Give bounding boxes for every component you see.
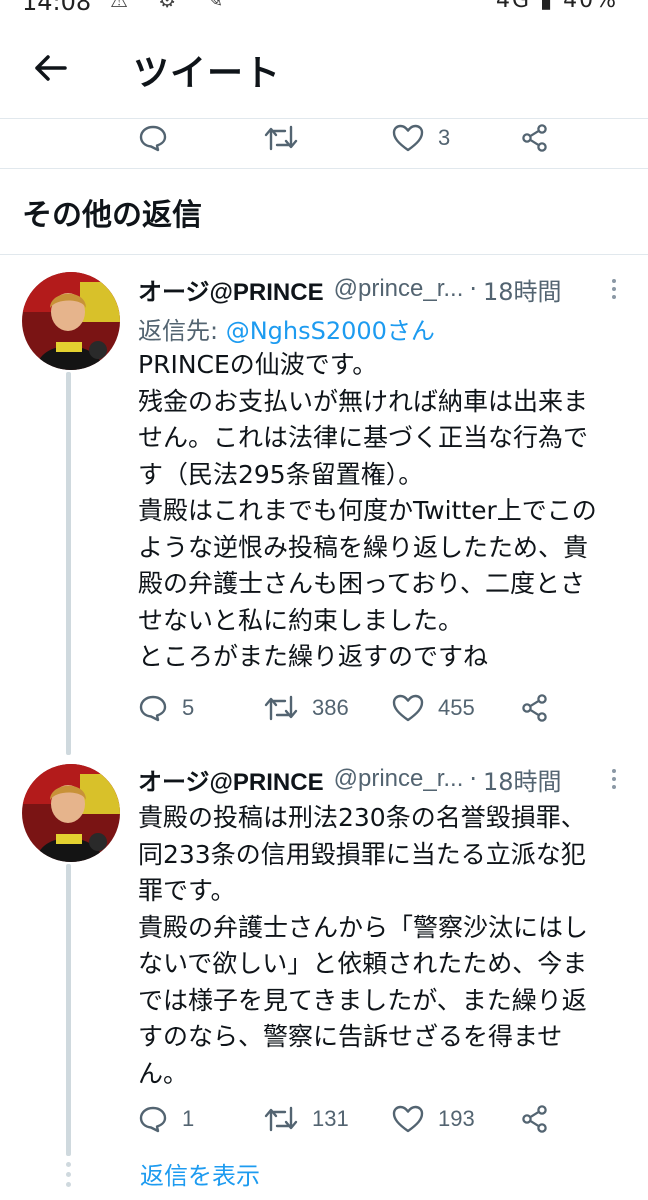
retweet-count: 131 — [312, 1106, 349, 1131]
tweet-line: せん。これは法律に基づく正当な行為で — [138, 423, 589, 452]
tweet-text: 貴殿の投稿は刑法230条の名誉毀損罪、 同233条の信用毀損罪に当たる立派な犯 … — [138, 800, 630, 1092]
show-replies-link[interactable]: 返信を表示 — [140, 1156, 260, 1191]
reply-to-user-link[interactable]: @NghsS2000さん — [226, 317, 435, 345]
share-button[interactable] — [520, 1099, 550, 1139]
tweet-line: 貴殿はこれまでも何度かTwitter上でこの — [138, 496, 597, 525]
retweet-icon — [264, 1106, 298, 1132]
more-options-icon[interactable] — [602, 271, 626, 307]
tweet-line: 残金のお支払いが無ければ納車は出来ま — [138, 386, 589, 416]
share-button[interactable] — [520, 118, 550, 158]
status-time: 14:08 — [22, 0, 92, 16]
tweet-actions: 1 131 193 — [0, 1099, 648, 1139]
tweet-line: ん。 — [138, 1058, 189, 1088]
tweet-line: では様子を見てきましたが、また繰り返 — [138, 985, 587, 1015]
replying-to: 返信先: @NghsS2000さん — [138, 311, 435, 346]
heart-icon — [392, 124, 424, 152]
avatar[interactable] — [22, 272, 120, 370]
status-bar: 14:08 ⚠ ⚙ ✎ 4G ▮ 40% — [0, 0, 648, 16]
reply-button[interactable] — [138, 118, 168, 158]
page-title: ツイート — [133, 53, 282, 94]
heart-icon — [392, 1105, 424, 1133]
avatar[interactable] — [22, 764, 120, 862]
retweet-icon — [264, 125, 298, 151]
author-handle: @prince_r... — [333, 275, 464, 302]
tweet-time[interactable]: 18時間 — [483, 272, 562, 307]
reply-icon — [139, 125, 167, 152]
tweet-line: ないで欲しい」と依頼されたため、今ま — [138, 949, 588, 978]
reply-button[interactable]: 1 — [138, 1099, 194, 1139]
reply-icon — [139, 695, 167, 722]
retweet-button[interactable] — [264, 118, 298, 158]
tweet-line: 同233条の信用毀損罪に当たる立派な犯 — [138, 839, 586, 869]
status-right: 4G ▮ 40% — [495, 0, 618, 13]
author-name[interactable]: オージ@PRINCE — [138, 272, 324, 307]
tweet-line: すのなら、警察に告訴せざるを得ませ — [138, 1022, 563, 1051]
tweet-line: 貴殿の弁護士さんから「警察沙汰にはし — [138, 912, 589, 942]
like-count: 193 — [438, 1106, 475, 1131]
top-app-bar: ツイート — [0, 28, 648, 112]
tweet-line: 貴殿の投稿は刑法230条の名誉毀損罪、 — [138, 803, 586, 832]
notification-icons: ⚠ ⚙ ✎ — [110, 0, 236, 12]
separator-dot: · — [469, 765, 477, 793]
share-button[interactable] — [520, 688, 550, 728]
tweet-text: PRINCEの仙波です。 残金のお支払いが無ければ納車は出来ま せん。これは法律… — [138, 347, 630, 676]
like-count: 3 — [438, 125, 451, 150]
tweet-header: オージ@PRINCE @prince_r... · 18時間 — [138, 271, 562, 307]
tweet-line: す（民法295条留置権）。 — [138, 459, 424, 489]
reply-count: 5 — [182, 695, 195, 720]
reply-icon — [139, 1106, 167, 1133]
retweet-icon — [264, 695, 298, 721]
actions-divider — [0, 168, 648, 169]
reply-button[interactable]: 5 — [138, 688, 194, 728]
tweet-line: せないと私に約束しました。 — [138, 605, 464, 635]
tweet-header: オージ@PRINCE @prince_r... · 18時間 — [138, 761, 562, 797]
author-handle: @prince_r... — [333, 765, 464, 792]
share-icon — [522, 694, 547, 722]
author-name[interactable]: オージ@PRINCE — [138, 762, 324, 797]
tweet-line: 罪です。 — [138, 876, 236, 905]
like-button[interactable]: 3 — [392, 118, 450, 158]
tweet-line: PRINCEの仙波です。 — [138, 350, 378, 379]
tweet-line: ところがまた繰り返すのですね — [138, 642, 489, 671]
separator-dot: · — [469, 275, 477, 303]
share-icon — [522, 124, 547, 152]
reply-to-prefix: 返信先: — [138, 317, 226, 345]
reply-count: 1 — [182, 1106, 195, 1131]
like-count: 455 — [438, 695, 475, 720]
section-divider — [0, 254, 648, 255]
share-icon — [522, 1105, 547, 1133]
like-button[interactable]: 193 — [392, 1099, 475, 1139]
tweet-line: ような逆恨み投稿を繰り返したため、貴 — [138, 532, 589, 562]
back-arrow-icon[interactable] — [30, 48, 70, 88]
tweet-line: 殿の弁護士さんも困っており、二度とさ — [138, 569, 586, 598]
retweet-button[interactable]: 386 — [264, 688, 349, 728]
section-title: その他の返信 — [22, 198, 202, 233]
tweet-time[interactable]: 18時間 — [483, 762, 562, 797]
tweet-actions: 5 386 455 — [0, 688, 648, 728]
more-options-icon[interactable] — [602, 761, 626, 797]
like-button[interactable]: 455 — [392, 688, 475, 728]
heart-icon — [392, 694, 424, 722]
retweet-button[interactable]: 131 — [264, 1099, 349, 1139]
retweet-count: 386 — [312, 695, 349, 720]
thread-dots — [64, 1162, 72, 1187]
main-tweet-actions: 3 — [0, 118, 648, 158]
